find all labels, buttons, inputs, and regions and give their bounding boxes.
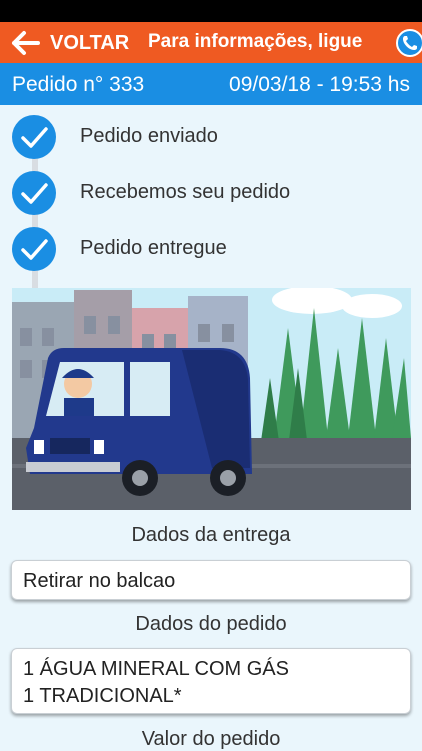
phone-icon[interactable] <box>396 29 422 57</box>
step-order-received: Recebemos seu pedido <box>0 169 422 217</box>
status-bar <box>0 0 422 22</box>
check-icon <box>12 171 56 215</box>
check-icon <box>12 115 56 159</box>
order-number: Pedido n° 333 <box>12 73 145 96</box>
delivery-value: Retirar no balcao <box>23 570 176 592</box>
order-section-title: Dados do pedido <box>135 613 287 635</box>
step-label: Recebemos seu pedido <box>80 181 291 203</box>
check-icon <box>12 227 56 271</box>
delivery-van-illustration <box>12 288 411 510</box>
order-items-field: 1 ÁGUA MINERAL COM GÁS 1 TRADICIONAL* <box>11 648 411 714</box>
order-item: 1 TRADICIONAL* <box>23 685 182 707</box>
delivery-section-title: Dados da entrega <box>131 524 291 546</box>
order-datetime: 09/03/18 - 19:53 hs <box>229 73 410 96</box>
contact-info-text: Para informações, ligue <box>148 31 363 52</box>
order-header: Pedido n° 333 09/03/18 - 19:53 hs <box>0 63 422 105</box>
delivery-field: Retirar no balcao <box>11 560 411 600</box>
arrow-left-icon[interactable] <box>10 30 40 56</box>
step-order-sent: Pedido enviado <box>0 113 422 161</box>
step-label: Pedido entregue <box>80 237 227 259</box>
step-order-delivered: Pedido entregue <box>0 225 422 273</box>
order-item: 1 ÁGUA MINERAL COM GÁS <box>23 658 289 680</box>
total-section-title: Valor do pedido <box>141 728 281 750</box>
back-button[interactable]: VOLTAR <box>50 32 129 55</box>
top-bar: VOLTAR Para informações, ligue <box>0 22 422 63</box>
step-label: Pedido enviado <box>80 125 218 147</box>
